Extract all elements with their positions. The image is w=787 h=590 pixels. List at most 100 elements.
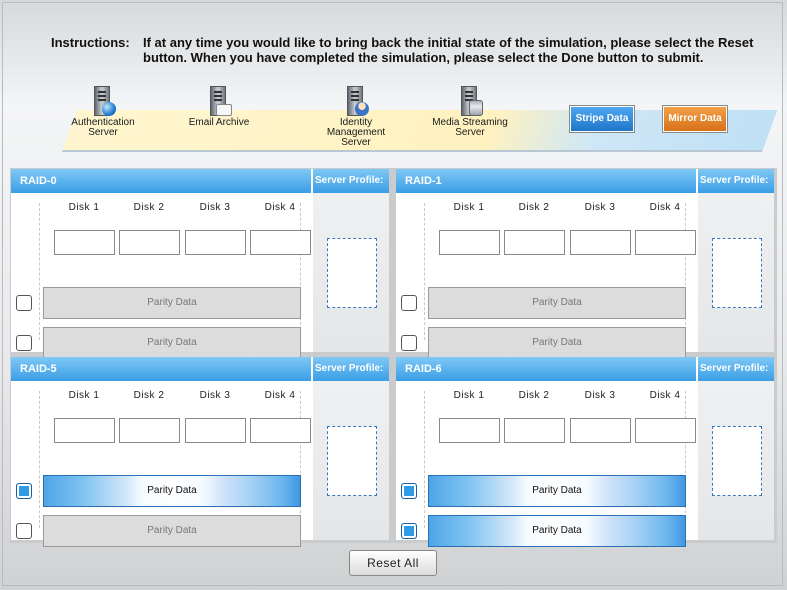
disk-slot[interactable] — [439, 230, 500, 255]
panel-header: RAID-0 Server Profile: — [11, 169, 389, 193]
disk-area: Disk 1 Disk 2 Disk 3 Disk 4 Parity Data Parit… — [11, 193, 313, 359]
server-media-streaming[interactable]: Media Streaming Server — [425, 86, 515, 138]
disk-guides — [424, 203, 686, 340]
raid-panel-raid-1: RAID-1 Server Profile: Disk 1 Disk 2 Disk 3D… — [396, 169, 774, 359]
server-profile-drop-target[interactable] — [712, 426, 762, 496]
header-divider — [311, 169, 313, 193]
disk-label: Disk 2 — [133, 390, 165, 401]
header-divider — [696, 169, 698, 193]
disk-label: Disk 3 — [584, 390, 616, 401]
disk-guides — [39, 391, 301, 528]
panel-title: RAID-5 — [20, 363, 57, 375]
server-authentication[interactable]: Authentication Server — [58, 86, 148, 138]
reset-all-button[interactable]: Reset All — [349, 550, 437, 576]
server-profile-area — [698, 193, 774, 352]
disk-slot[interactable] — [54, 418, 115, 443]
disk-slot[interactable] — [119, 230, 180, 255]
disk-label: Disk 2 — [518, 202, 550, 213]
server-label: Identity Management Server — [326, 117, 386, 148]
server-profile-drop-target[interactable] — [327, 426, 377, 496]
raid-panel-raid-0: RAID-0 Server Profile: Disk 1 Disk 2 Disk 3D… — [11, 169, 389, 359]
server-profile-label: Server Profile: — [315, 175, 384, 186]
parity-data-row[interactable]: Parity Data — [43, 515, 301, 547]
disk-label: Disk 4 — [264, 202, 296, 213]
header-divider — [311, 357, 313, 381]
parity-data-row[interactable]: Parity Data — [428, 475, 686, 507]
panel-title: RAID-6 — [405, 363, 442, 375]
disk-label: Disk 1 — [453, 202, 485, 213]
disk-slot[interactable] — [635, 418, 696, 443]
disk-slot[interactable] — [119, 418, 180, 443]
server-label: Authentication Server — [71, 117, 135, 138]
user-server-icon — [343, 86, 369, 116]
panel-title: RAID-0 — [20, 175, 57, 187]
server-email-archive[interactable]: Email Archive — [174, 86, 264, 128]
disk-label: Disk 3 — [584, 202, 616, 213]
database-server-icon — [457, 86, 483, 116]
parity-data-row[interactable]: Parity Data — [43, 327, 301, 359]
disk-slot[interactable] — [54, 230, 115, 255]
disk-label: Disk 3 — [199, 202, 231, 213]
disk-label: Disk 4 — [649, 390, 681, 401]
server-profile-label: Server Profile: — [700, 363, 769, 374]
row-checkbox[interactable] — [16, 483, 32, 499]
parity-data-row[interactable]: Parity Data — [428, 327, 686, 359]
disk-label: Disk 1 — [68, 390, 100, 401]
disk-slot[interactable] — [635, 230, 696, 255]
disk-label: Disk 3 — [199, 390, 231, 401]
row-checkbox[interactable] — [16, 523, 32, 539]
server-profile-drop-target[interactable] — [327, 238, 377, 308]
raid-panel-raid-6: RAID-6 Server Profile: Disk 1 Disk 2 Disk 3D… — [396, 357, 774, 547]
stripe-data-button[interactable]: Stripe Data — [570, 106, 634, 132]
disk-slot[interactable] — [185, 230, 246, 255]
server-profile-area — [313, 381, 389, 540]
instructions-label: Instructions: — [51, 35, 130, 50]
row-checkbox[interactable] — [16, 295, 32, 311]
disk-label: Disk 1 — [68, 202, 100, 213]
panel-header: RAID-5 Server Profile: — [11, 357, 389, 381]
disk-label: Disk 2 — [518, 390, 550, 401]
server-profile-label: Server Profile: — [315, 363, 384, 374]
panel-title: RAID-1 — [405, 175, 442, 187]
disk-label: Disk 1 — [453, 390, 485, 401]
row-checkbox[interactable] — [401, 483, 417, 499]
server-profile-area — [698, 381, 774, 540]
disk-label: Disk 2 — [133, 202, 165, 213]
server-profile-label: Server Profile: — [700, 175, 769, 186]
disk-area: Disk 1 Disk 2 Disk 3 Disk 4 Parity Data Parit… — [396, 381, 698, 547]
parity-data-row[interactable]: Parity Data — [428, 515, 686, 547]
disk-area: Disk 1 Disk 2 Disk 3 Disk 4 Parity Data Parit… — [396, 193, 698, 359]
disk-slot[interactable] — [439, 418, 500, 443]
server-profile-drop-target[interactable] — [712, 238, 762, 308]
parity-data-row[interactable]: Parity Data — [428, 287, 686, 319]
server-identity-management[interactable]: Identity Management Server — [311, 86, 401, 148]
row-checkbox[interactable] — [16, 335, 32, 351]
row-checkbox[interactable] — [401, 295, 417, 311]
disk-guides — [39, 203, 301, 340]
raid-panel-raid-5: RAID-5 Server Profile: Disk 1 Disk 2 Disk 3D… — [11, 357, 389, 547]
disk-label: Disk 4 — [264, 390, 296, 401]
globe-server-icon — [90, 86, 116, 116]
server-label: Email Archive — [188, 117, 250, 128]
panel-header: RAID-6 Server Profile: — [396, 357, 774, 381]
server-label: Media Streaming Server — [432, 117, 508, 138]
disk-slot[interactable] — [250, 418, 311, 443]
disk-slot[interactable] — [185, 418, 246, 443]
disk-slot[interactable] — [504, 230, 565, 255]
panel-header: RAID-1 Server Profile: — [396, 169, 774, 193]
parity-data-row[interactable]: Parity Data — [43, 287, 301, 319]
mail-server-icon — [206, 86, 232, 116]
mirror-data-button[interactable]: Mirror Data — [663, 106, 727, 132]
disk-slot[interactable] — [570, 230, 631, 255]
disk-area: Disk 1 Disk 2 Disk 3 Disk 4 Parity Data Parit… — [11, 381, 313, 547]
row-checkbox[interactable] — [401, 335, 417, 351]
disk-slot[interactable] — [250, 230, 311, 255]
disk-label: Disk 4 — [649, 202, 681, 213]
parity-data-row[interactable]: Parity Data — [43, 475, 301, 507]
disk-guides — [424, 391, 686, 528]
disk-slot[interactable] — [504, 418, 565, 443]
disk-slot[interactable] — [570, 418, 631, 443]
server-profile-area — [313, 193, 389, 352]
instructions-text: If at any time you would like to bring b… — [143, 35, 754, 65]
row-checkbox[interactable] — [401, 523, 417, 539]
